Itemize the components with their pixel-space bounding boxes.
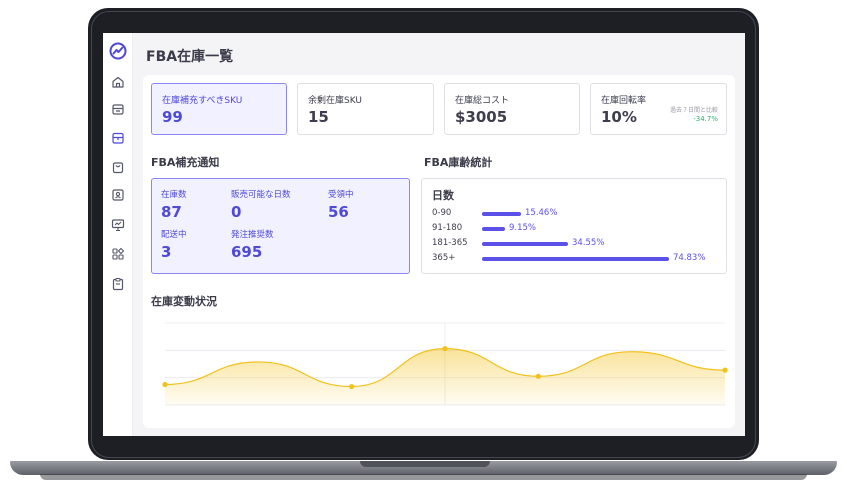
repl-item-sellable-days: 販売可能な日数 0	[231, 188, 291, 221]
contact-card-icon[interactable]	[111, 188, 125, 202]
aging-range-label: 91-180	[432, 223, 463, 233]
repl-value: 695	[231, 243, 263, 261]
aging-percent: 34.55%	[572, 238, 605, 248]
repl-value: 56	[328, 203, 349, 221]
kpi-card-surplus-sku[interactable]: 余剰在庫SKU 15	[297, 83, 434, 135]
kpi-label: 余剰在庫SKU	[308, 96, 362, 106]
repl-label: 発注推奨数	[231, 230, 274, 240]
aging-range-label: 365+	[432, 253, 456, 263]
aging-bar	[482, 242, 568, 246]
sidebar	[103, 33, 133, 436]
aging-percent: 74.83%	[673, 253, 706, 263]
chart-point[interactable]	[162, 381, 168, 388]
repl-item-shipping: 配送中 3	[161, 228, 187, 261]
aging-card[interactable]: 日数 0-90 15.46% 91-180 9.15% 181-365 34.55% 365…	[421, 178, 727, 274]
repl-item-receiving: 受領中 56	[328, 188, 354, 221]
repl-value: 3	[161, 243, 172, 261]
kpi-value: $3005	[455, 108, 508, 126]
kpi-compare-label: 過去７日間と比較	[669, 107, 718, 114]
replenishment-card[interactable]: 在庫数 87 販売可能な日数 0 受領中 56 配送中 3 発注推奨数 695	[151, 178, 410, 274]
repl-label: 受領中	[328, 190, 354, 200]
aging-bar	[482, 257, 669, 261]
aging-bar	[482, 212, 521, 216]
repl-value: 87	[161, 203, 182, 221]
trend-chart	[143, 313, 735, 413]
page-title: FBA在庫一覧	[146, 49, 234, 65]
repl-item-order-recommend: 発注推奨数 695	[231, 228, 274, 261]
chart-point[interactable]	[349, 383, 355, 390]
aging-range-label: 0-90	[432, 208, 452, 218]
laptop-shadow	[40, 474, 807, 480]
repl-label: 在庫数	[161, 190, 187, 200]
kpi-card-turnover[interactable]: 在庫回転率 10% 過去７日間と比較 -34.7%	[590, 83, 727, 135]
chart-point[interactable]	[722, 367, 728, 373]
aging-row: 365+ 74.83%	[432, 253, 722, 265]
trend-title: 在庫変動状況	[151, 295, 217, 308]
chart-area	[165, 348, 725, 405]
aging-bar	[482, 227, 505, 231]
aging-percent: 15.46%	[525, 208, 558, 218]
aging-header: 日数	[432, 189, 454, 202]
bag-icon[interactable]	[111, 160, 125, 174]
aging-row: 181-365 34.55%	[432, 238, 722, 250]
kpi-value: 15	[308, 108, 329, 126]
kpi-compare: 過去７日間と比較 -34.7%	[670, 106, 718, 124]
aging-percent: 9.15%	[509, 223, 537, 233]
store-icon[interactable]	[111, 102, 125, 116]
repl-label: 販売可能な日数	[231, 190, 291, 200]
repl-item-stock: 在庫数 87	[161, 188, 187, 221]
apps-icon[interactable]	[111, 247, 125, 261]
home-icon[interactable]	[111, 75, 125, 89]
kpi-label: 在庫総コスト	[455, 96, 510, 106]
repl-label: 配送中	[161, 230, 187, 240]
laptop-notch	[360, 461, 490, 467]
screen: FBA在庫一覧 在庫補充すべきSKU 99 余剰在庫SKU 15 在庫総コスト …	[103, 33, 745, 436]
aging-title: FBA庫齢統計	[424, 156, 493, 169]
kpi-value: 99	[162, 108, 183, 126]
logo-icon[interactable]	[109, 42, 127, 60]
trend-chart-svg	[162, 322, 728, 406]
clipboard-icon[interactable]	[111, 277, 125, 291]
aging-row: 0-90 15.46%	[432, 208, 722, 220]
replenishment-title: FBA補充通知	[151, 156, 220, 169]
box-icon[interactable]	[111, 131, 125, 145]
chart-point[interactable]	[442, 346, 448, 352]
kpi-label: 在庫補充すべきSKU	[162, 96, 243, 106]
presentation-chart-icon[interactable]	[111, 218, 125, 232]
kpi-compare-value: -34.7%	[693, 115, 718, 123]
kpi-card-replenish-sku[interactable]: 在庫補充すべきSKU 99	[151, 83, 287, 135]
chart-point[interactable]	[535, 373, 541, 379]
kpi-card-total-cost[interactable]: 在庫総コスト $3005	[444, 83, 580, 135]
aging-range-label: 181-365	[432, 238, 468, 248]
aging-row: 91-180 9.15%	[432, 223, 722, 235]
kpi-label: 在庫回転率	[601, 96, 647, 106]
kpi-value: 10%	[601, 108, 637, 126]
repl-value: 0	[231, 203, 242, 221]
